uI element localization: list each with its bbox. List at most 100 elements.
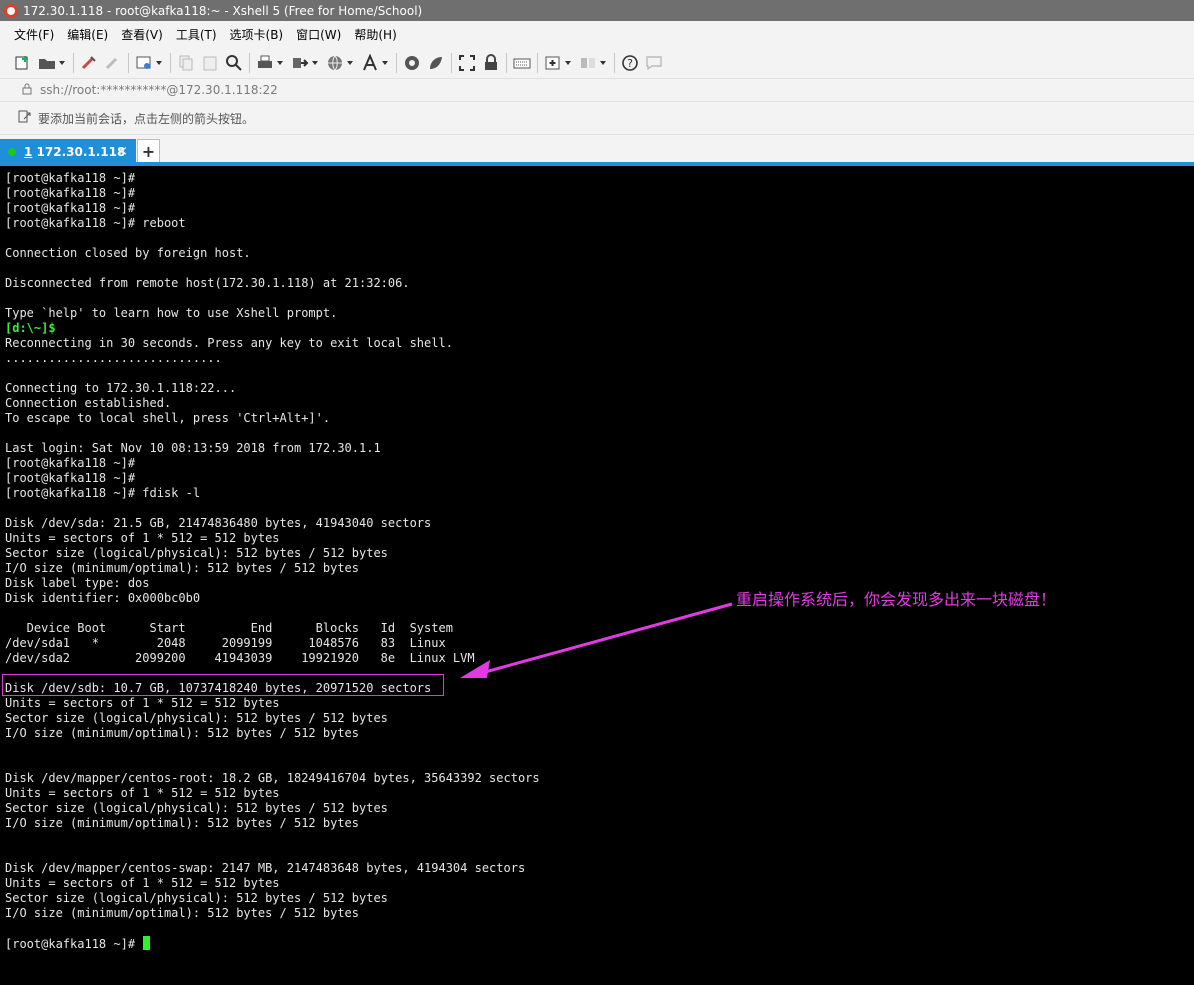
font-dropdown-icon[interactable]	[382, 60, 388, 65]
hint-text: 要添加当前会话，点击左侧的箭头按钮。	[38, 111, 255, 126]
globe-icon[interactable]	[326, 54, 344, 72]
terminal-line: Connection closed by foreign host.	[5, 246, 251, 260]
terminal-line: Sector size (logical/physical): 512 byte…	[5, 711, 388, 725]
menu-window[interactable]: 窗口(W)	[296, 26, 341, 43]
menu-file[interactable]: 文件(F)	[14, 26, 54, 43]
terminal-line: Sector size (logical/physical): 512 byte…	[5, 546, 388, 560]
keyboard-icon[interactable]	[513, 54, 531, 72]
properties-dropdown-icon[interactable]	[156, 60, 162, 65]
add-tab-icon[interactable]	[544, 54, 562, 72]
tab-strip: 1 172.30.1.118 × +	[0, 134, 1194, 165]
disconnect-icon[interactable]	[104, 54, 122, 72]
toolbar-separator	[170, 52, 171, 73]
print-dropdown-icon[interactable]	[277, 60, 283, 65]
toolbar-separator	[249, 52, 250, 73]
find-icon[interactable]	[225, 54, 243, 72]
terminal-line: [root@kafka118 ~]#	[5, 936, 540, 951]
terminal-line: [root@kafka118 ~]#	[5, 456, 136, 470]
paste-icon[interactable]	[201, 54, 219, 72]
toolbar-separator	[614, 52, 615, 73]
terminal-line: Sector size (logical/physical): 512 byte…	[5, 801, 388, 815]
terminal-line: Disconnected from remote host(172.30.1.1…	[5, 276, 410, 290]
toolbar: ?	[0, 47, 1194, 78]
svg-text:?: ?	[627, 57, 633, 70]
toolbar-separator	[396, 52, 397, 73]
layout-dropdown-icon[interactable]	[600, 60, 606, 65]
terminal-line: Units = sectors of 1 * 512 = 512 bytes	[5, 531, 280, 545]
terminal-line: Sector size (logical/physical): 512 byte…	[5, 891, 388, 905]
print-icon[interactable]	[256, 54, 274, 72]
tab-label: 1 172.30.1.118	[24, 145, 125, 159]
transfer-dropdown-icon[interactable]	[312, 60, 318, 65]
terminal-line: [root@kafka118 ~]# fdisk -l	[5, 486, 201, 500]
terminal-line: [root@kafka118 ~]#	[5, 171, 136, 185]
tab-close-icon[interactable]: ×	[117, 144, 128, 159]
terminal-line: [root@kafka118 ~]# reboot	[5, 216, 186, 230]
xftp-icon[interactable]	[403, 54, 421, 72]
open-folder-icon[interactable]	[38, 54, 56, 72]
lock-icon[interactable]	[482, 53, 500, 72]
terminal-line: Units = sectors of 1 * 512 = 512 bytes	[5, 876, 280, 890]
title-bar: 172.30.1.118 - root@kafka118:~ - Xshell …	[0, 0, 1194, 21]
address-bar: ssh://root:***********@172.30.1.118:22	[0, 78, 1194, 101]
terminal-line: Connection established.	[5, 396, 172, 410]
toolbar-separator	[128, 52, 129, 73]
menu-tabs[interactable]: 选项卡(B)	[230, 26, 284, 43]
terminal-line: I/O size (minimum/optimal): 512 bytes / …	[5, 561, 360, 575]
globe-dropdown-icon[interactable]	[347, 60, 353, 65]
session-hint-bar: 要添加当前会话，点击左侧的箭头按钮。	[0, 101, 1194, 134]
terminal-line: Type `help' to learn how to use Xshell p…	[5, 306, 338, 320]
xftp-alt-icon[interactable]	[427, 54, 445, 72]
transfer-icon[interactable]	[291, 54, 309, 72]
menu-bar: 文件(F) 编辑(E) 查看(V) 工具(T) 选项卡(B) 窗口(W) 帮助(…	[0, 21, 1194, 47]
terminal-line: Units = sectors of 1 * 512 = 512 bytes	[5, 696, 280, 710]
terminal-line: Disk /dev/sda: 21.5 GB, 21474836480 byte…	[5, 516, 432, 530]
annotation-arrow-icon	[460, 602, 733, 678]
terminal-line: [root@kafka118 ~]#	[5, 201, 136, 215]
session-address[interactable]: ssh://root:***********@172.30.1.118:22	[40, 83, 278, 97]
help-icon[interactable]: ?	[621, 54, 639, 72]
menu-view[interactable]: 查看(V)	[121, 26, 163, 43]
menu-tools[interactable]: 工具(T)	[176, 26, 217, 43]
font-icon[interactable]	[361, 53, 379, 72]
connected-status-icon	[8, 148, 16, 156]
open-folder-dropdown-icon[interactable]	[59, 60, 65, 65]
new-session-icon[interactable]	[14, 54, 32, 72]
terminal-line: Connecting to 172.30.1.118:22...	[5, 381, 237, 395]
properties-icon[interactable]	[135, 54, 153, 72]
layout-icon[interactable]	[579, 54, 597, 72]
terminal-line: Last login: Sat Nov 10 08:13:59 2018 fro…	[5, 441, 381, 455]
fullscreen-icon[interactable]	[458, 54, 476, 72]
terminal-line: [root@kafka118 ~]#	[5, 186, 136, 200]
toolbar-separator	[506, 52, 507, 73]
terminal-line: Disk /dev/mapper/centos-root: 18.2 GB, 1…	[5, 771, 540, 785]
xshell-logo-icon	[4, 3, 18, 18]
window-title: 172.30.1.118 - root@kafka118:~ - Xshell …	[23, 3, 423, 18]
chat-icon[interactable]	[645, 54, 663, 72]
terminal-line: Disk /dev/mapper/centos-swap: 2147 MB, 2…	[5, 861, 526, 875]
menu-help[interactable]: 帮助(H)	[354, 26, 396, 43]
terminal-line: I/O size (minimum/optimal): 512 bytes / …	[5, 816, 360, 830]
new-tab-button[interactable]: +	[137, 139, 160, 163]
add-tab-dropdown-icon[interactable]	[565, 60, 571, 65]
terminal-line: Units = sectors of 1 * 512 = 512 bytes	[5, 786, 280, 800]
copy-icon[interactable]	[177, 54, 195, 72]
add-session-arrow-icon[interactable]	[18, 110, 32, 127]
lock-icon	[22, 83, 32, 98]
terminal-line: [d:\~]$	[5, 321, 56, 335]
tab-host: 172.30.1.118	[32, 145, 126, 159]
terminal[interactable]: [root@kafka118 ~]# [root@kafka118 ~]# [roo…	[0, 166, 1194, 985]
toolbar-separator	[73, 52, 74, 73]
reconnect-icon[interactable]	[80, 54, 98, 72]
menu-edit[interactable]: 编辑(E)	[67, 26, 108, 43]
